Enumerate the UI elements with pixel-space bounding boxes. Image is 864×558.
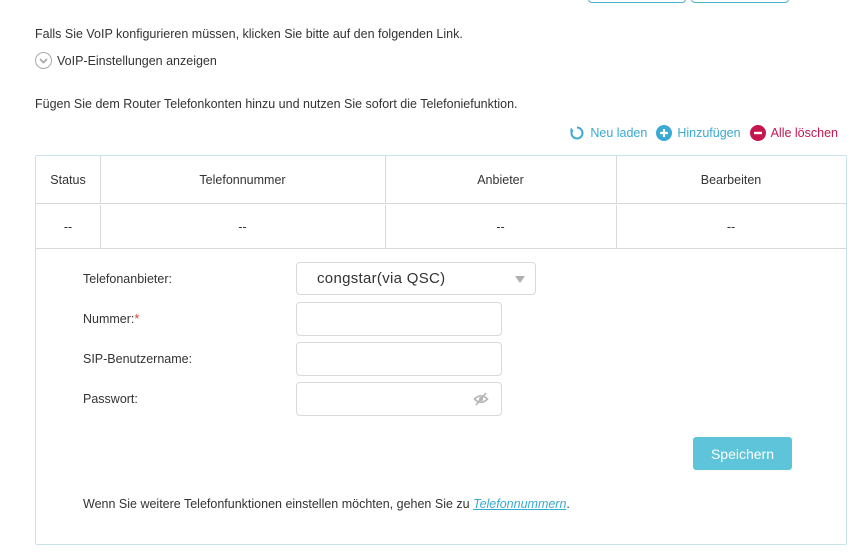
voip-hint-text: Falls Sie VoIP konfigurieren müssen, kli… [35,27,463,41]
voip-settings-link[interactable]: VoIP-Einstellungen anzeigen [35,52,217,69]
row-provider: -- [496,219,505,234]
sip-username-label: SIP-Benutzername: [83,352,193,366]
header-provider: Anbieter [477,172,524,187]
top-button-2[interactable] [691,0,789,3]
provider-select[interactable]: congstar(via QSC) [296,262,536,295]
clear-all-label: Alle löschen [770,126,838,140]
header-phone-number: Telefonnummer [199,172,286,187]
eye-slash-icon[interactable] [473,392,489,409]
minus-circle-icon [749,125,766,141]
table-row: -- -- -- -- [36,205,846,249]
plus-circle-icon [656,125,673,141]
provider-label: Telefonanbieter: [83,272,172,286]
clear-all-button[interactable]: Alle löschen [749,125,838,141]
password-label: Passwort: [83,392,138,406]
add-label: Hinzufügen [677,126,741,140]
reload-button[interactable]: Neu laden [569,125,647,141]
top-button-1[interactable] [588,0,686,3]
password-input[interactable] [296,382,502,416]
provider-select-value: congstar(via QSC) [317,270,446,287]
table-actions: Neu laden Hinzufügen Alle löschen [560,125,838,141]
save-button[interactable]: Speichern [693,437,792,470]
phone-accounts-table: Status Telefonnummer Anbieter Bearbeiten… [35,155,847,545]
phone-numbers-link[interactable]: Telefonnummern [473,497,566,511]
accounts-hint-text: Fügen Sie dem Router Telefonkonten hinzu… [35,97,518,111]
row-phone-number: -- [238,219,247,234]
chevron-down-circle-icon [35,52,52,69]
number-label: Nummer:* [83,312,140,326]
header-status: Status [50,172,86,187]
number-input[interactable] [296,302,502,336]
row-status: -- [63,219,73,234]
reload-icon [569,125,585,141]
dropdown-arrow-icon [515,276,525,283]
reload-label: Neu laden [590,126,648,140]
voip-link-label: VoIP-Einstellungen anzeigen [57,53,217,68]
header-edit: Bearbeiten [700,172,762,187]
row-edit: -- [726,219,736,234]
required-mark: * [134,312,140,326]
footer-hint: Wenn Sie weitere Telefonfunktionen einst… [83,497,570,511]
add-button[interactable]: Hinzufügen [656,125,741,141]
table-header: Status Telefonnummer Anbieter Bearbeiten [36,156,846,204]
sip-username-input[interactable] [296,342,502,376]
